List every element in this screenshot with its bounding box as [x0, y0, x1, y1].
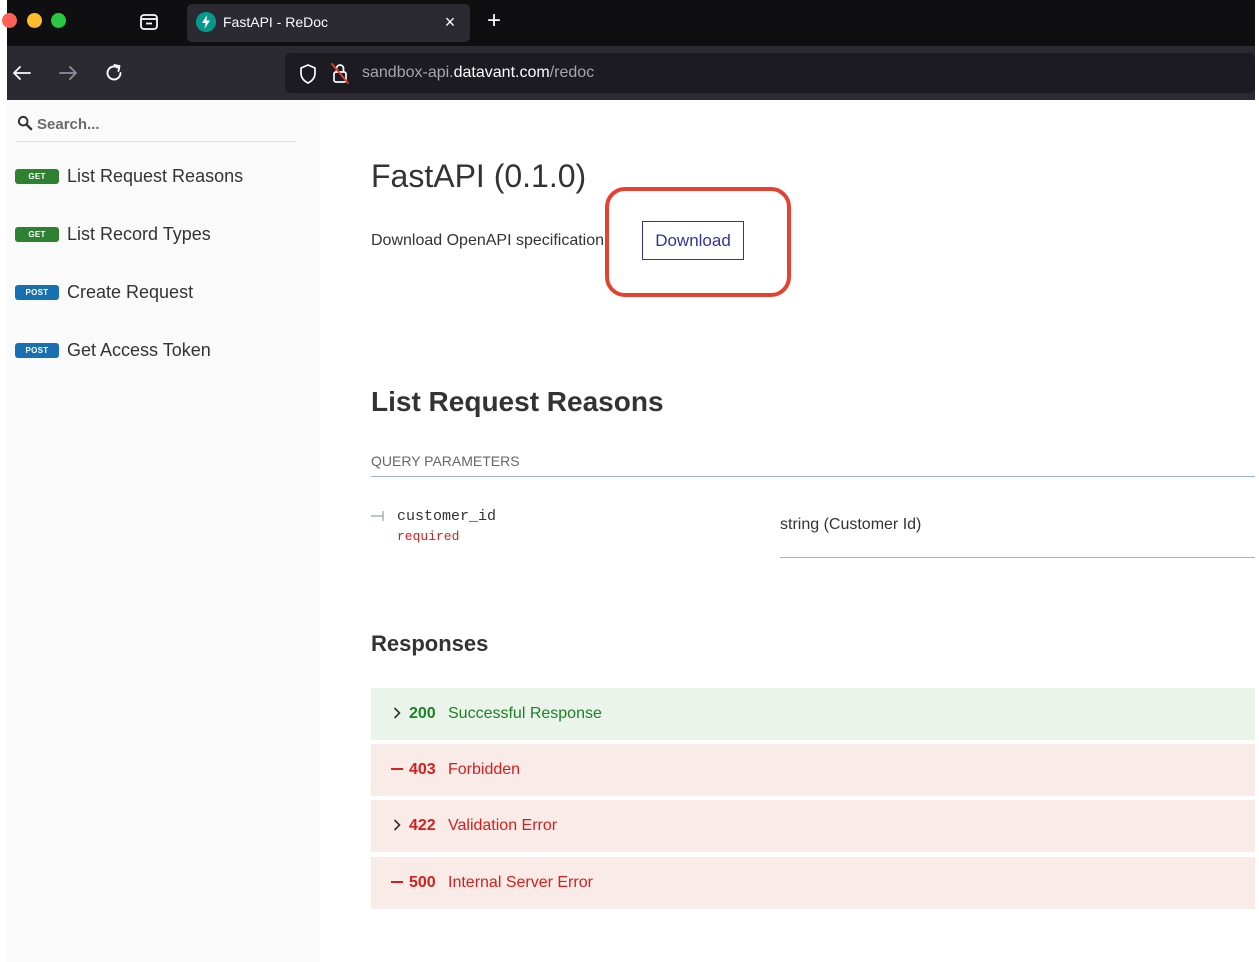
window-minimize-button[interactable]	[27, 13, 42, 28]
download-spec-label: Download OpenAPI specification:	[371, 232, 609, 249]
response-code: 422	[409, 817, 436, 834]
url-path: /redoc	[549, 64, 595, 81]
param-name: customer_id	[397, 508, 497, 525]
browser-tab-active[interactable]: FastAPI - ReDoc ×	[187, 4, 470, 42]
response-description: Successful Response	[448, 705, 602, 722]
tab-close-icon[interactable]: ×	[438, 10, 462, 34]
dash-icon	[391, 768, 403, 770]
insecure-lock-icon[interactable]	[329, 61, 351, 85]
operation-title: List Request Reasons	[371, 386, 664, 417]
response-422[interactable]: 422 Validation Error	[371, 800, 1255, 852]
param-required-label: required	[397, 529, 460, 544]
sidebar-item-label: List Record Types	[67, 224, 211, 244]
tab-list-icon[interactable]	[136, 9, 162, 35]
post-method-badge: POST	[15, 285, 59, 300]
search-icon	[17, 115, 33, 131]
reload-icon[interactable]	[101, 60, 127, 86]
chevron-right-icon	[393, 819, 401, 831]
response-500[interactable]: 500 Internal Server Error	[371, 857, 1255, 909]
fastapi-favicon-icon	[196, 12, 216, 32]
response-403[interactable]: 403 Forbidden	[371, 744, 1255, 796]
dash-icon	[391, 881, 403, 883]
window-close-button[interactable]	[2, 13, 17, 28]
window-maximize-button[interactable]	[51, 13, 66, 28]
response-200[interactable]: 200 Successful Response	[371, 688, 1255, 740]
forward-arrow-icon[interactable]	[55, 60, 81, 86]
browser-window: FastAPI - ReDoc × + sandbox-api.datavant	[2, 0, 1255, 962]
response-code: 200	[409, 705, 436, 722]
tab-bar: FastAPI - ReDoc × +	[2, 0, 1255, 46]
sidebar-item-label: List Request Reasons	[67, 166, 244, 186]
sidebar-item-label: Create Request	[67, 282, 194, 302]
sidebar-item-list-record-types[interactable]: GET List Record Types	[7, 224, 320, 271]
highlight-annotation	[605, 187, 791, 297]
api-title: FastAPI (0.1.0)	[371, 158, 587, 194]
get-method-badge: GET	[15, 169, 59, 184]
search-box	[15, 110, 295, 142]
sidebar-item-list-request-reasons[interactable]: GET List Request Reasons	[7, 166, 320, 213]
sidebar: GET List Request Reasons GET List Record…	[7, 100, 320, 962]
get-method-badge: GET	[15, 227, 59, 242]
response-code: 500	[409, 874, 436, 891]
sidebar-item-get-access-token[interactable]: POST Get Access Token	[7, 340, 320, 387]
param-type-cell: string (Customer Id)	[780, 505, 1255, 558]
response-description: Internal Server Error	[448, 874, 593, 891]
address-bar[interactable]: sandbox-api.datavant.com/redoc	[285, 53, 1255, 93]
url-text: sandbox-api.datavant.com/redoc	[362, 64, 594, 82]
post-method-badge: POST	[15, 343, 59, 358]
navigation-bar: sandbox-api.datavant.com/redoc	[7, 46, 1255, 100]
url-host: datavant.com	[453, 64, 550, 81]
response-description: Validation Error	[448, 817, 558, 834]
responses-title: Responses	[371, 631, 489, 656]
param-type: string (Customer Id)	[780, 516, 922, 533]
main-content: FastAPI (0.1.0) Download OpenAPI specifi…	[320, 100, 1255, 962]
back-arrow-icon[interactable]	[9, 60, 35, 86]
response-code: 403	[409, 761, 436, 778]
new-tab-button[interactable]: +	[479, 7, 509, 37]
response-description: Forbidden	[448, 761, 521, 778]
sidebar-item-create-request[interactable]: POST Create Request	[7, 282, 320, 329]
search-input[interactable]	[37, 112, 291, 136]
tab-title: FastAPI - ReDoc	[223, 14, 329, 30]
sidebar-item-label: Get Access Token	[67, 340, 211, 360]
url-prefix: sandbox-api.	[362, 64, 454, 81]
tracking-protection-shield-icon[interactable]	[297, 63, 319, 85]
param-connector-icon	[371, 511, 384, 521]
chevron-right-icon	[393, 707, 401, 719]
query-parameters-header: QUERY PARAMETERS	[371, 453, 1255, 477]
